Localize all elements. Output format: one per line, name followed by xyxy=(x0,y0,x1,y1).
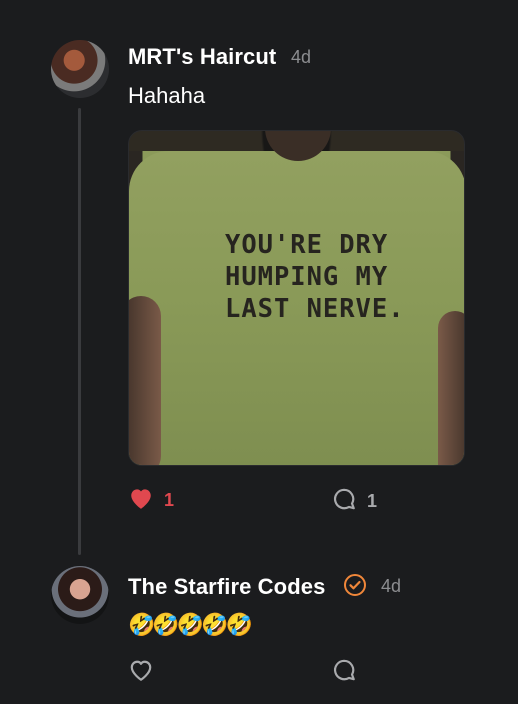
heart-outline-icon xyxy=(128,658,154,687)
left-arm-graphic xyxy=(129,296,161,465)
avatar-mrt-haircut[interactable] xyxy=(51,40,109,98)
comment-bubble-icon xyxy=(331,657,357,688)
verified-check-icon xyxy=(343,573,367,597)
avatar-starfire-codes[interactable] xyxy=(51,566,109,624)
like-button[interactable] xyxy=(128,658,154,687)
comment-author[interactable]: The Starfire Codes xyxy=(128,574,325,600)
reply-count: 1 xyxy=(367,491,378,511)
thread-connector-line xyxy=(78,108,81,555)
comment-timestamp[interactable]: 4d xyxy=(291,47,311,68)
comment-author[interactable]: MRT's Haircut xyxy=(128,44,276,70)
comment-text: Hahaha xyxy=(128,83,206,108)
heart-filled-icon xyxy=(128,486,154,515)
shirt-print-text: YOU'RE DRY HUMPING MY LAST NERVE. xyxy=(225,230,405,324)
right-arm-graphic xyxy=(438,311,464,465)
like-count: 1 xyxy=(164,490,175,510)
comment-text: 🤣🤣🤣🤣🤣 xyxy=(128,612,253,637)
reply-button[interactable]: 1 xyxy=(331,486,377,517)
comment-timestamp[interactable]: 4d xyxy=(381,576,401,597)
reply-button[interactable] xyxy=(331,657,357,688)
comment-bubble-icon xyxy=(331,486,357,517)
like-button[interactable]: 1 xyxy=(128,486,174,515)
comment-image-attachment[interactable]: YOU'RE DRY HUMPING MY LAST NERVE. xyxy=(128,130,465,466)
